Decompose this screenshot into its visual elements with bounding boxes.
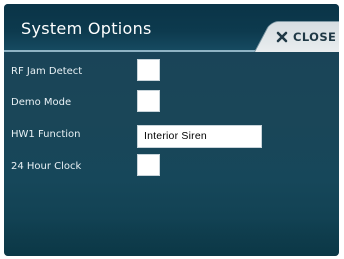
rf-jam-detect-checkbox[interactable] [137,59,160,81]
bottom-gradient [4,218,339,256]
demo-mode-label: Demo Mode [11,97,72,108]
24-hour-clock-label: 24 Hour Clock [11,161,82,172]
hw1-function-label: HW1 Function [11,129,81,140]
24-hour-clock-checkbox[interactable] [137,154,160,176]
close-button-label: CLOSE [293,30,337,44]
close-x-icon [276,31,288,43]
hw1-function-field[interactable]: Interior Siren [137,125,262,148]
rf-jam-detect-label: RF Jam Detect [11,66,83,77]
demo-mode-checkbox[interactable] [137,90,160,112]
page-title: System Options [21,19,152,38]
close-button-content[interactable]: CLOSE [276,29,336,45]
system-options-screen: System Options CLOSE RF Jam Detect Demo … [4,4,339,256]
